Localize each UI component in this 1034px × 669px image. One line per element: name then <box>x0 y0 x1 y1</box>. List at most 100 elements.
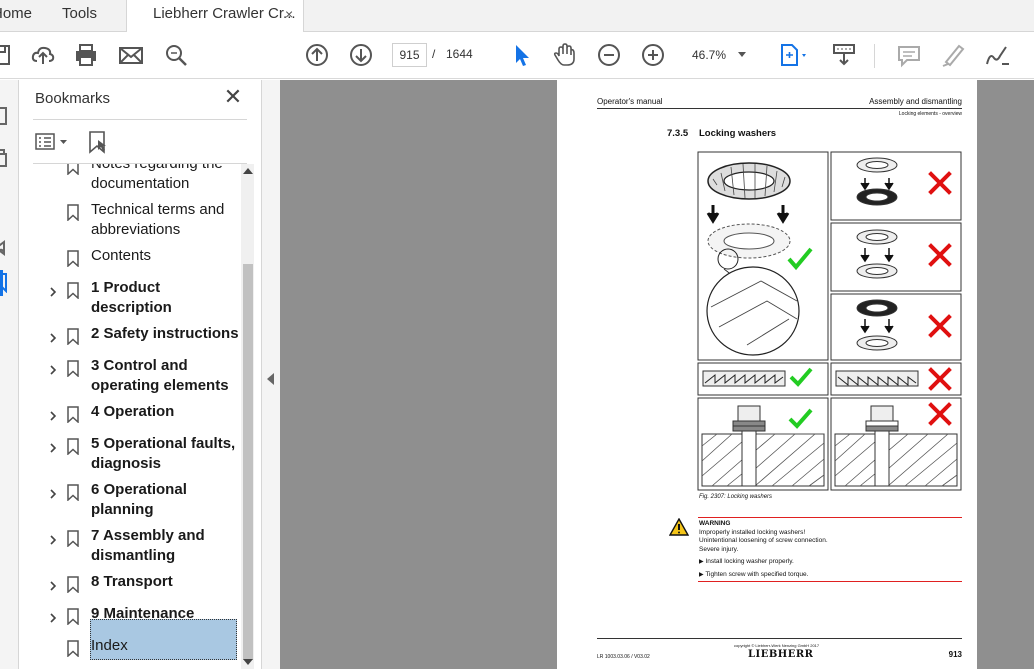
page-header-left: Operator's manual <box>597 97 663 106</box>
bookmark-label: 7 Assembly and dismantling <box>91 526 239 566</box>
bookmark-options-button[interactable] <box>35 131 71 153</box>
save-icon[interactable] <box>0 42 14 68</box>
divider <box>33 119 247 120</box>
tab-home[interactable]: Home <box>0 0 40 32</box>
comment-icon[interactable] <box>896 42 922 68</box>
bookmark-icon <box>67 250 79 268</box>
pdf-page: Operator's manual Assembly and dismantli… <box>557 80 977 669</box>
footer-copyright: copyright © Liebherr-Werk Nenzing GmbH 2… <box>734 643 820 648</box>
bookmark-item[interactable]: 1 Product description <box>19 278 241 318</box>
bookmark-label-line: 9 Maintenance <box>91 605 195 622</box>
chevron-right-icon[interactable] <box>47 285 59 297</box>
bookmark-label: 9 Maintenance <box>91 604 239 624</box>
tab-bar: Home Tools Liebherr Crawler Cr... × <box>0 0 1034 33</box>
signature-rail-icon[interactable] <box>0 240 8 260</box>
bookmark-label-line: 8 Transport <box>91 573 173 590</box>
bookmark-item[interactable]: Contents <box>19 246 241 268</box>
email-icon[interactable] <box>118 42 144 68</box>
page-up-icon[interactable] <box>304 42 330 68</box>
page-header-right: Assembly and dismantling <box>869 97 962 106</box>
select-cursor-icon[interactable] <box>508 42 534 68</box>
chevron-right-icon[interactable] <box>47 331 59 343</box>
bookmark-item[interactable]: Notes regarding thedocumentation <box>19 164 241 194</box>
section-number: 7.3.5 <box>667 128 689 139</box>
sign-icon[interactable] <box>984 42 1010 68</box>
bookmark-item[interactable]: 8 Transport <box>19 572 241 594</box>
bookmark-label-line: 5 Operational faults, <box>91 435 236 452</box>
panel-splitter[interactable] <box>262 80 280 669</box>
warning-line: Improperly installed locking washers! <box>699 529 806 536</box>
close-tab-icon[interactable]: × <box>285 7 297 21</box>
warning-line: Unintentional loosening of screw connect… <box>699 537 828 544</box>
page-number-input[interactable]: 915 <box>392 43 427 67</box>
bookmark-item[interactable]: 7 Assembly and dismantling <box>19 526 241 566</box>
upload-icon[interactable] <box>30 42 56 68</box>
zoom-out-icon[interactable] <box>596 42 622 68</box>
bookmark-label: 1 Product description <box>91 278 239 318</box>
bookmark-label-line: 6 Operational <box>91 481 187 498</box>
chevron-down-icon <box>738 52 746 57</box>
bookmark-icon <box>67 406 79 424</box>
bookmark-item[interactable]: 3 Control and operating elements <box>19 356 241 396</box>
zoom-in-icon[interactable] <box>640 42 666 68</box>
scrollbar-thumb[interactable] <box>243 264 253 660</box>
zoom-select[interactable]: 46.7% <box>684 43 754 67</box>
chevron-right-icon[interactable] <box>47 409 59 421</box>
fit-page-icon[interactable] <box>778 42 812 68</box>
bookmark-label: 2 Safety instructions <box>91 324 239 344</box>
bookmark-icon <box>67 576 79 594</box>
warning-action: ▶ Tighten screw with specified torque. <box>699 571 808 578</box>
highlight-icon[interactable] <box>940 42 966 68</box>
chevron-right-icon[interactable] <box>47 533 59 545</box>
bookmark-item[interactable]: 9 Maintenance <box>19 604 241 626</box>
bookmark-label-line: Notes regarding the <box>91 164 239 174</box>
tab-document[interactable]: Liebherr Crawler Cr... × <box>126 0 304 33</box>
page-down-icon[interactable] <box>348 42 374 68</box>
bookmark-label: 5 Operational faults, diagnosis <box>91 434 239 474</box>
bookmark-item[interactable]: Index <box>19 636 241 658</box>
bookmark-label-line: 4 Operation <box>91 403 175 420</box>
warning-bottom-rule <box>698 581 962 582</box>
chevron-right-icon[interactable] <box>47 363 59 375</box>
bookmark-label-line: 7 Assembly and <box>91 527 205 544</box>
bookmarks-panel: Bookmarks ✕ Notes regarding thedocumenta… <box>19 80 262 669</box>
chevron-right-icon[interactable] <box>47 579 59 591</box>
bookmark-item[interactable]: 2 Safety instructions <box>19 324 241 346</box>
footer-page-number: 913 <box>948 650 962 659</box>
bookmark-item[interactable]: 4 Operation <box>19 402 241 424</box>
bookmark-label: 6 Operational planning <box>91 480 239 520</box>
bookmark-panel-icon[interactable] <box>0 273 8 294</box>
warning-line: Severe injury. <box>699 546 739 553</box>
scroll-mode-icon[interactable] <box>831 42 857 68</box>
bookmark-label: 4 Operation <box>91 402 239 422</box>
new-bookmark-icon[interactable] <box>87 130 109 154</box>
bookmark-icon <box>67 282 79 300</box>
scroll-up-icon[interactable] <box>243 168 253 174</box>
chevron-right-icon[interactable] <box>47 487 59 499</box>
chevron-right-icon[interactable] <box>47 441 59 453</box>
page-thumbnails-icon[interactable] <box>0 106 8 126</box>
print-icon[interactable] <box>73 42 99 68</box>
bookmark-list: Notes regarding thedocumentation Technica… <box>19 164 241 669</box>
bookmark-item[interactable]: 5 Operational faults, diagnosis <box>19 434 241 474</box>
tab-tools[interactable]: Tools <box>62 0 97 32</box>
search-icon[interactable] <box>163 42 189 68</box>
page-header-sub: Locking elements - overview <box>898 111 962 117</box>
bookmark-label-line: abbreviations <box>91 221 181 238</box>
hand-icon[interactable] <box>552 42 578 68</box>
bookmark-scrollbar[interactable] <box>241 164 254 669</box>
close-icon[interactable]: ✕ <box>223 86 243 108</box>
scroll-down-icon[interactable] <box>243 659 253 665</box>
chevron-right-icon[interactable] <box>47 611 59 623</box>
bookmark-item[interactable]: 6 Operational planning <box>19 480 241 520</box>
collapse-panel-icon[interactable] <box>267 373 274 385</box>
attachment-icon[interactable] <box>0 148 8 168</box>
bookmark-label: 8 Transport <box>91 572 239 592</box>
bookmark-label: Contents <box>91 246 239 266</box>
bookmark-item[interactable]: Technical terms and abbreviations <box>19 200 241 240</box>
bookmark-label-line: diagnosis <box>91 455 162 472</box>
bookmark-icon <box>67 484 79 502</box>
bookmark-label-line: 2 Safety instructions <box>91 325 239 342</box>
bookmark-icon <box>67 640 79 658</box>
zoom-value: 46.7% <box>692 48 727 62</box>
